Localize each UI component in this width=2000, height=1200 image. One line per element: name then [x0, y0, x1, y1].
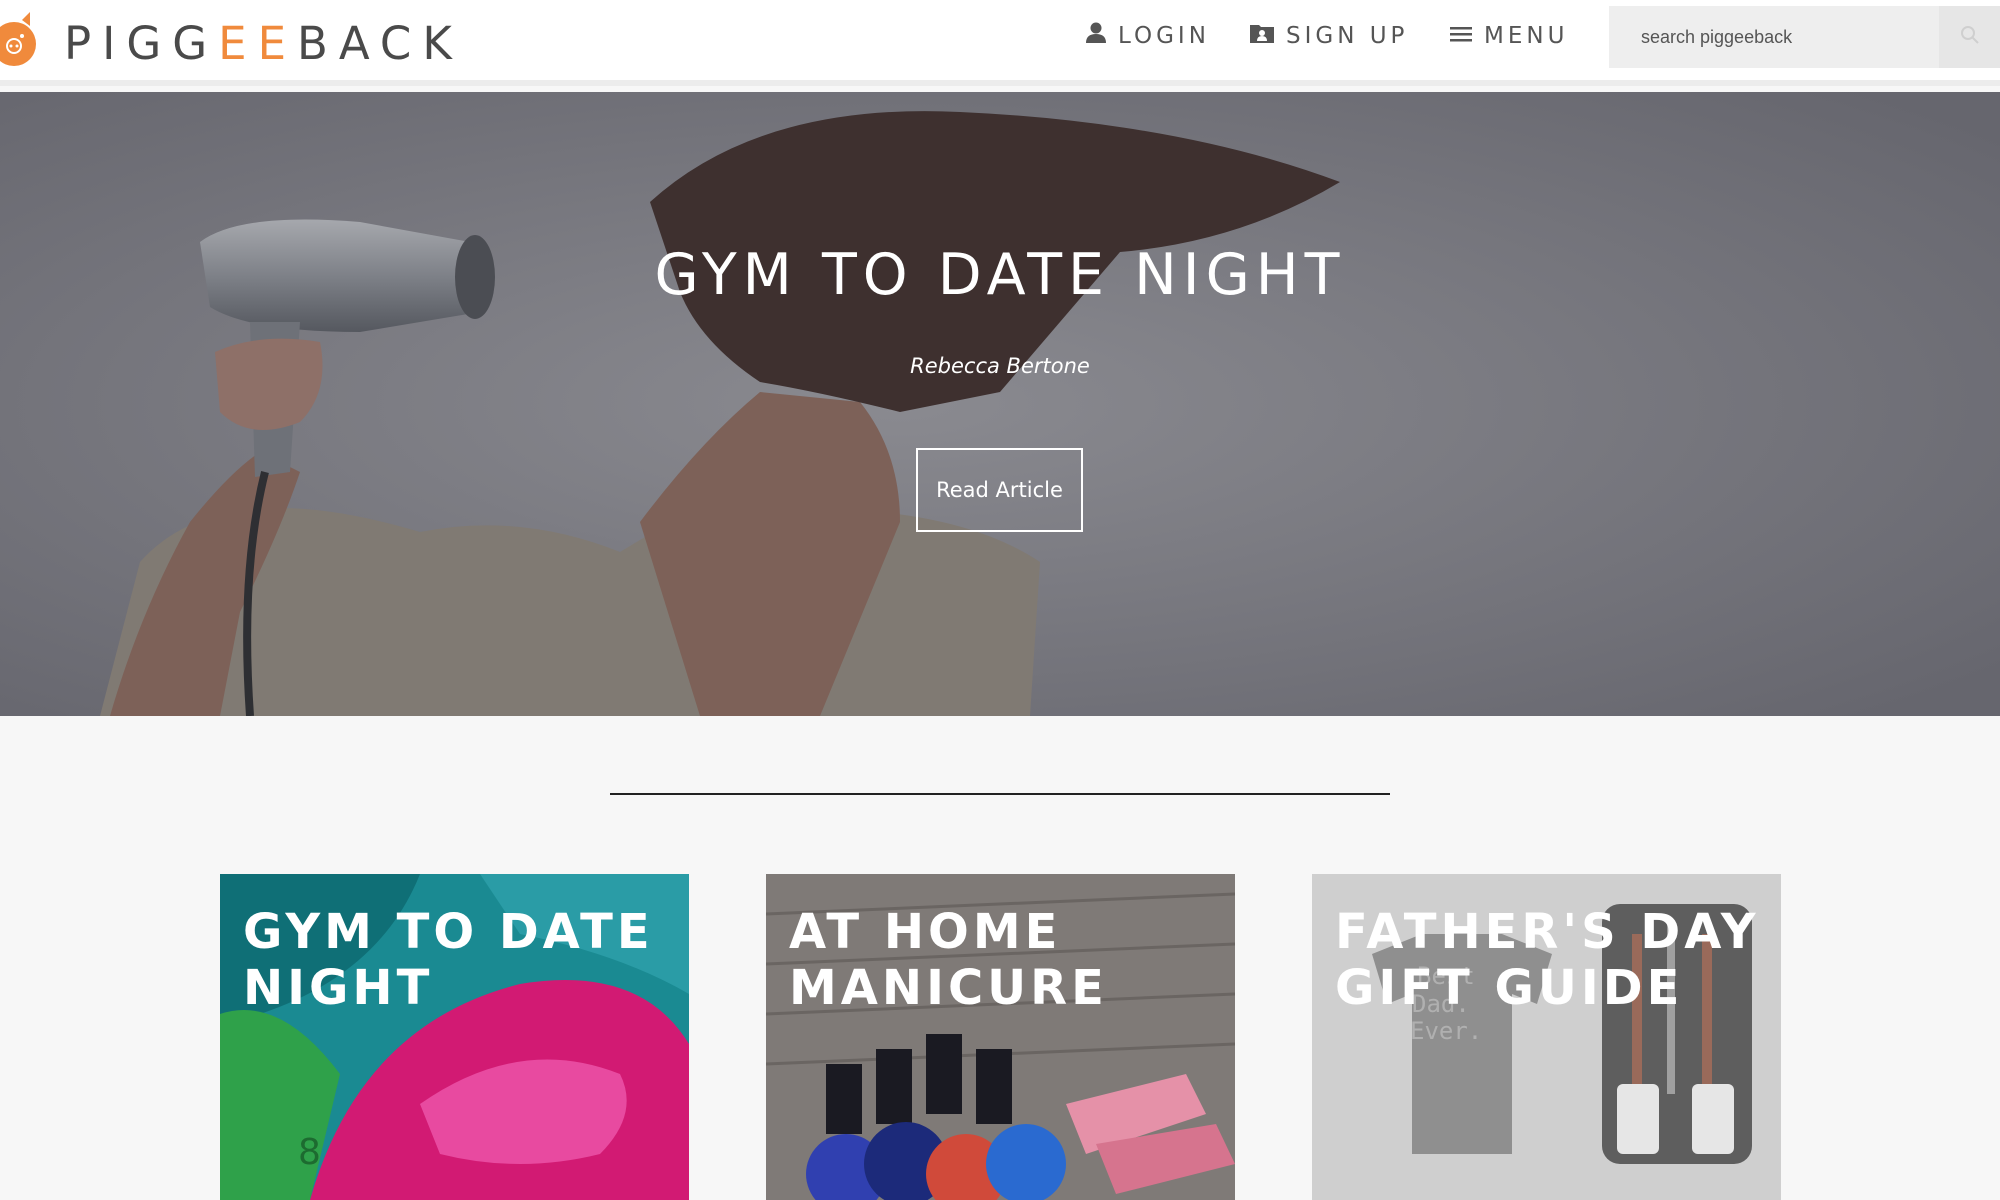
hero-author[interactable]: Rebecca Bertone — [0, 354, 2000, 378]
search-input[interactable] — [1609, 6, 1939, 68]
svg-text:Ever.: Ever. — [1410, 1017, 1482, 1045]
nav-login[interactable]: LOGIN — [1086, 0, 1210, 72]
folder-user-icon — [1250, 23, 1274, 49]
hamburger-icon — [1450, 23, 1472, 49]
search-box — [1609, 6, 1939, 68]
read-article-button[interactable]: Read Article — [916, 448, 1083, 532]
hero-image — [0, 92, 2000, 716]
site-logo[interactable]: PIGGEEBACK — [0, 8, 463, 78]
article-card-gym[interactable]: 8 GYM TO DATE NIGHT — [220, 874, 689, 1200]
nav-signup[interactable]: SIGN UP — [1250, 0, 1408, 72]
article-card-manicure[interactable]: AT HOME MANICURE — [766, 874, 1235, 1200]
card-title: GYM TO DATE NIGHT — [243, 904, 654, 1016]
svg-text:8: 8 — [298, 1132, 321, 1173]
pig-icon — [0, 8, 48, 78]
nav-menu-label: MENU — [1484, 23, 1569, 49]
hero-title: GYM TO DATE NIGHT — [654, 242, 1346, 308]
card-title: FATHER'S DAY GIFT GUIDE — [1335, 904, 1760, 1016]
hero-banner: GYM TO DATE NIGHT Rebecca Bertone Read A… — [0, 92, 2000, 716]
nav-signup-label: SIGN UP — [1286, 23, 1409, 49]
section-divider — [610, 793, 1390, 795]
nav-menu[interactable]: MENU — [1450, 0, 1568, 72]
nav-login-label: LOGIN — [1118, 23, 1210, 49]
user-icon — [1086, 22, 1106, 50]
logo-wordmark: PIGGEEBACK — [64, 16, 463, 70]
site-header: PIGGEEBACK LOGIN SIGN UP MENU search pig… — [0, 0, 2000, 86]
search-icon — [1960, 25, 1980, 50]
card-title: AT HOME MANICURE — [789, 904, 1108, 1016]
article-card-fathers-day[interactable]: Best Dad. Ever. FATHER'S DAY GIFT GUIDE — [1312, 874, 1781, 1200]
search-button[interactable] — [1939, 6, 2000, 68]
